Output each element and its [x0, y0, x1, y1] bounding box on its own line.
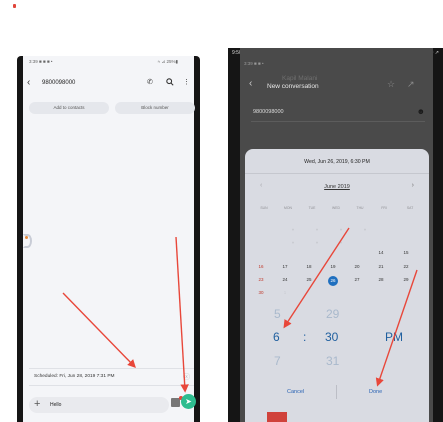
add-attachment-button[interactable]: + [34, 398, 40, 410]
minute-above[interactable]: 29 [326, 307, 339, 321]
weekday-label: FRI [381, 206, 387, 210]
hour-spinner[interactable]: 6 [273, 330, 280, 344]
calendar-day[interactable]: ● [359, 227, 371, 232]
calendar-day[interactable]: 16 [255, 264, 267, 269]
calendar-day[interactable]: 23 [255, 277, 267, 282]
next-month-icon[interactable]: › [412, 182, 414, 189]
cancel-button[interactable]: Cancel [287, 389, 304, 395]
weekday-label: MON [284, 206, 292, 210]
send-button[interactable]: ➤ [181, 394, 196, 409]
recipient-number: 9800098000 [253, 109, 284, 115]
stray-red-dot [13, 4, 16, 8]
message-text[interactable]: Hello [50, 402, 61, 408]
month-label[interactable]: June 2019 [245, 184, 429, 190]
scheduled-message-banner: Scheduled: Fri, Jun 28, 2019 7:31 PM ⓧ [29, 368, 194, 386]
calendar-day[interactable]: 18 [303, 264, 315, 269]
contact-person-icon[interactable]: ☻ [417, 107, 425, 116]
dialog-divider [245, 173, 429, 174]
block-number-button[interactable]: Block number [115, 102, 195, 114]
calendar-day[interactable]: 14 [375, 250, 387, 255]
calendar-day[interactable]: ● [335, 240, 347, 245]
hour-below[interactable]: 7 [274, 354, 281, 368]
status-indicators: ≈ ⊿ 25%▮ [157, 59, 178, 64]
new-conversation-toolbar: ‹ Kapil Malani New conversation ☆ ↗ [240, 75, 433, 95]
left-screen: 3:39 ■ ■ ■ • ≈ ⊿ 25%▮ ‹ 9800098000 ✆ ⋮ A… [23, 56, 196, 422]
message-input[interactable]: + Hello [29, 397, 169, 413]
calendar-day[interactable]: 1 [279, 290, 291, 295]
calendar-day[interactable]: 24 [279, 277, 291, 282]
spinner-accent [25, 236, 28, 239]
recipient-field[interactable]: 9800098000 ☻ [251, 106, 425, 122]
weekday-label: SAT [406, 206, 414, 210]
right-phone: 9:50 ▿⊿ HD ↗ 3:39 ■ ■ • ‹ Kapil Malani N… [228, 48, 443, 422]
weekday-label: WED [332, 206, 340, 210]
calendar-day[interactable]: 15 [400, 250, 412, 255]
selected-datetime: Wed, Jun 26, 2019, 6:30 PM [304, 159, 370, 165]
minute-spinner[interactable]: 30 [325, 330, 338, 344]
search-icon[interactable] [166, 78, 174, 88]
calendar-day[interactable]: 19 [327, 264, 339, 269]
weekday-label: SUN [260, 206, 268, 210]
ampm-spinner[interactable]: PM [385, 330, 403, 344]
back-arrow-icon[interactable]: ‹ [249, 78, 252, 89]
calendar-day[interactable]: 29 [400, 277, 412, 282]
back-arrow-icon[interactable]: ‹ [27, 77, 30, 88]
inner-status-bar: 3:39 ■ ■ • [244, 61, 264, 66]
calendar-day[interactable]: ● [287, 240, 299, 245]
weekday-label: TUE [308, 206, 316, 210]
left-phone: 3:39 ■ ■ ■ • ≈ ⊿ 25%▮ ‹ 9800098000 ✆ ⋮ A… [17, 56, 200, 422]
calendar-day[interactable]: 30 [255, 290, 267, 295]
recipient-underline [251, 121, 425, 122]
contact-number: 9800098000 [42, 80, 76, 86]
hour-above[interactable]: 5 [274, 307, 281, 321]
calendar-day[interactable]: 20 [351, 264, 363, 269]
weekday-label: THU [356, 206, 364, 210]
share-icon[interactable]: ↗ [407, 79, 415, 90]
call-icon[interactable]: ✆ [147, 78, 153, 86]
ghost-contact-name: Kapil Malani [282, 75, 318, 82]
button-divider [336, 385, 337, 399]
calendar-day[interactable]: 22 [400, 264, 412, 269]
conversation-toolbar: ‹ 9800098000 ✆ ⋮ [23, 74, 194, 92]
status-bar: 3:39 ■ ■ ■ • ≈ ⊿ 25%▮ [23, 56, 194, 67]
calendar-day[interactable]: 17 [279, 264, 291, 269]
close-icon[interactable]: ⓧ [183, 372, 190, 382]
date-time-picker-dialog: Wed, Jun 26, 2019, 6:30 PM ‹ June 2019 ›… [245, 149, 429, 422]
calendar-day[interactable]: 28 [375, 277, 387, 282]
scheduled-text: Scheduled: Fri, Jun 28, 2019 7:31 PM [34, 374, 115, 379]
time-separator: : [303, 330, 307, 344]
more-vert-icon[interactable]: ⋮ [183, 78, 190, 86]
contact-actions: Add to contacts Block number [29, 102, 195, 116]
calendar-day[interactable]: 21 [375, 264, 387, 269]
star-icon[interactable]: ☆ [387, 79, 395, 90]
page-title: New conversation [267, 83, 319, 90]
add-to-contacts-button[interactable]: Add to contacts [29, 102, 109, 114]
calendar-day[interactable]: ● [311, 240, 323, 245]
calendar-day[interactable]: 25 [303, 277, 315, 282]
calendar-day[interactable]: ● [311, 227, 323, 232]
done-button[interactable]: Done [369, 389, 382, 395]
status-time: 3:39 ■ ■ ■ • [29, 59, 53, 64]
minute-below[interactable]: 31 [326, 354, 339, 368]
right-screen: 3:39 ■ ■ • ‹ Kapil Malani New conversati… [240, 48, 433, 422]
calendar-day[interactable]: 27 [351, 277, 363, 282]
calendar-day-selected[interactable]: 26 [328, 276, 338, 286]
keyboard-hint [267, 412, 287, 422]
calendar-day[interactable]: ● [335, 227, 347, 232]
calendar-day[interactable]: ● [287, 227, 299, 232]
